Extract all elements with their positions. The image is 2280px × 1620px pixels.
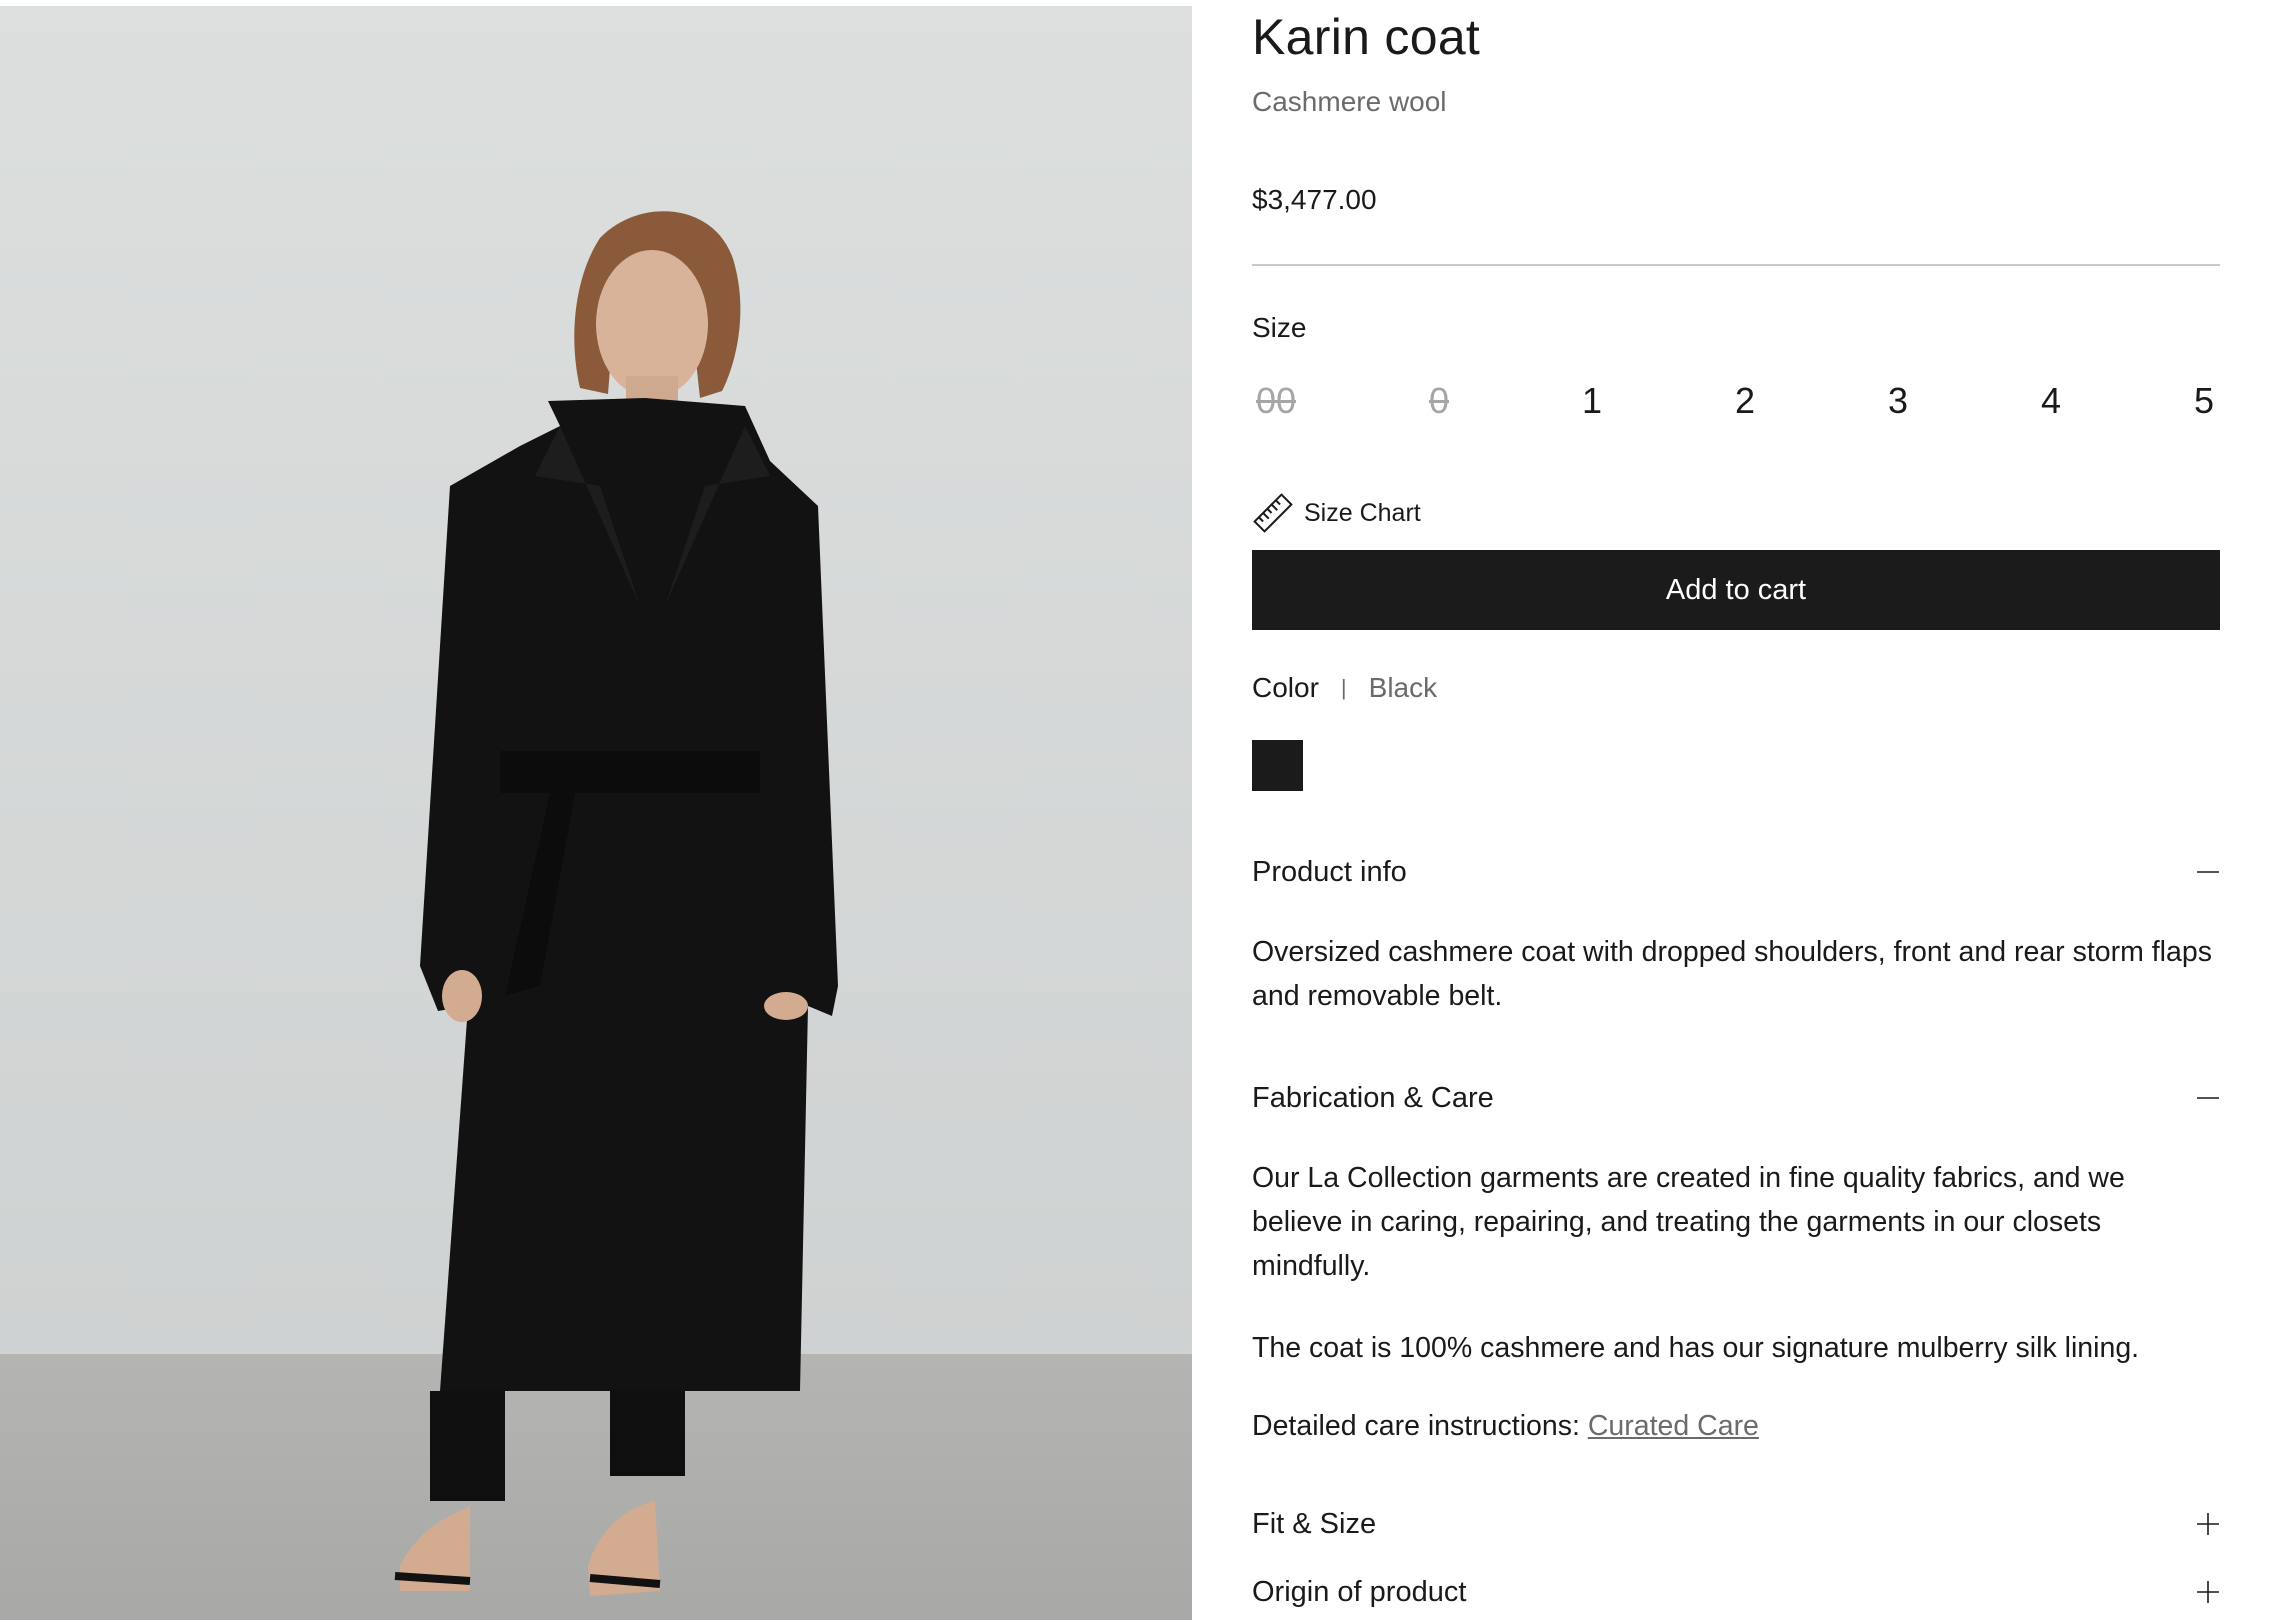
- lining-text: The coat is 100% cashmere and has our si…: [1252, 1332, 2140, 1364]
- minus-icon: [2197, 1097, 2219, 1099]
- size-option-3[interactable]: 3: [1868, 376, 1928, 426]
- size-chart-link[interactable]: Size Chart: [1252, 492, 1421, 534]
- color-separator: |: [1340, 675, 1347, 700]
- ruler-icon: [1253, 493, 1293, 533]
- size-option-1[interactable]: 1: [1562, 376, 1622, 426]
- product-image[interactable]: [0, 6, 1192, 1620]
- size-option-0: 0: [1428, 380, 1450, 421]
- accordion-fit-size[interactable]: Fit & Size: [1252, 1502, 2220, 1546]
- color-swatch-black[interactable]: [1252, 740, 1303, 791]
- accordion-origin[interactable]: Origin of product: [1252, 1570, 2220, 1614]
- plus-icon: [2197, 1513, 2219, 1535]
- size-label: Size: [1252, 312, 1307, 343]
- accordion-title: Fit & Size: [1252, 1508, 1377, 1540]
- add-to-cart-button[interactable]: Add to cart: [1252, 550, 2220, 630]
- size-option-5[interactable]: 5: [2174, 376, 2234, 426]
- size-chart-label: Size Chart: [1304, 498, 1421, 527]
- product-subtitle: Cashmere wool: [1252, 86, 1447, 117]
- product-info-text: Oversized cashmere coat with dropped sho…: [1252, 936, 2212, 1012]
- accordion-fabrication-care[interactable]: Fabrication & Care: [1252, 1076, 2220, 1120]
- product-photo-illustration: [0, 6, 1192, 1620]
- accordion-title: Product info: [1252, 856, 1407, 888]
- color-value: Black: [1368, 672, 1438, 703]
- minus-icon: [2197, 871, 2219, 873]
- care-instructions: Detailed care instructions: Curated Care: [1252, 1404, 2220, 1448]
- fabrication-text: Our La Collection garments are created i…: [1252, 1162, 2125, 1282]
- size-selector: 00 0 1 2 3 4 5: [1252, 376, 2220, 426]
- color-row: Color | Black: [1252, 672, 1437, 704]
- size-option-2[interactable]: 2: [1715, 376, 1775, 426]
- care-prefix: Detailed care instructions:: [1252, 1410, 1588, 1442]
- plus-icon: [2197, 1581, 2219, 1603]
- product-price: $3,477.00: [1252, 184, 1377, 215]
- accordion-product-info[interactable]: Product info: [1252, 850, 2220, 894]
- divider: [1252, 264, 2220, 266]
- product-title: Karin coat: [1252, 9, 1481, 65]
- size-option-4[interactable]: 4: [2021, 376, 2081, 426]
- curated-care-link[interactable]: Curated Care: [1588, 1410, 1759, 1442]
- accordion-title: Origin of product: [1252, 1576, 1467, 1608]
- size-option-00: 00: [1255, 380, 1297, 421]
- color-label: Color: [1252, 672, 1319, 703]
- accordion-title: Fabrication & Care: [1252, 1082, 1494, 1114]
